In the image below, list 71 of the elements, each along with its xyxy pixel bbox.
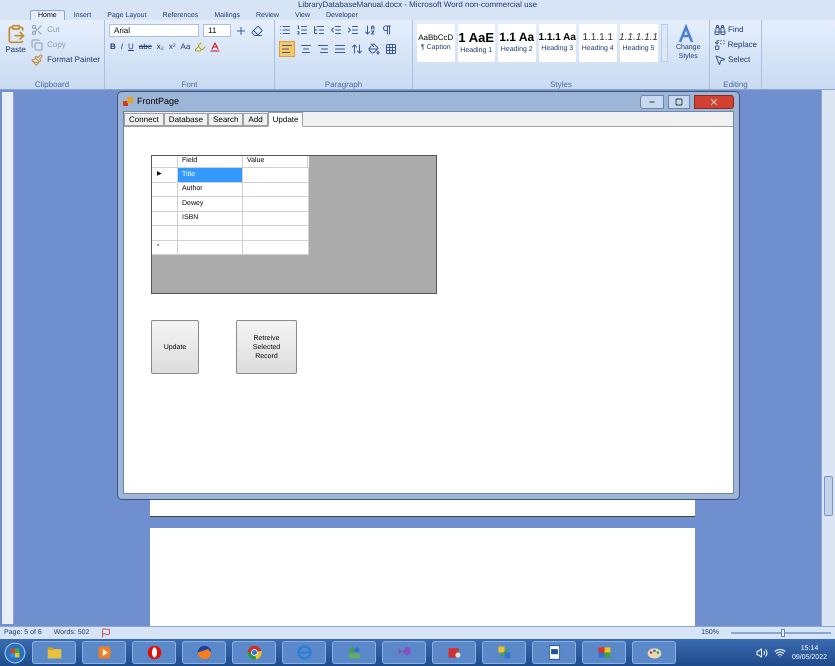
app-icon [123, 96, 133, 106]
format-button[interactable]: I [120, 41, 124, 53]
scrollbar-thumb[interactable] [824, 476, 833, 516]
group-label: Clipboard [34, 80, 70, 89]
format-painter-button[interactable]: Format Painter [31, 54, 100, 66]
justify-icon[interactable] [334, 43, 346, 55]
proofing-icon[interactable] [101, 628, 112, 638]
taskbar-button[interactable] [132, 641, 176, 664]
dialog-title: FrontPage [137, 94, 180, 108]
borders-icon[interactable] [385, 43, 397, 55]
scissors-icon [31, 24, 44, 36]
copy-icon [31, 39, 44, 51]
font-color-icon[interactable] [209, 41, 222, 53]
paintbrush-icon [31, 54, 44, 66]
replace-icon [714, 39, 726, 51]
paste-button[interactable]: Paste [4, 24, 28, 80]
format-button[interactable]: x₂ [156, 41, 165, 53]
font-size-field[interactable]: 11 [203, 24, 231, 37]
align-right-icon[interactable] [317, 43, 329, 55]
chrome-icon [246, 644, 262, 661]
tab[interactable]: Search [208, 113, 244, 126]
tab[interactable]: Database [164, 113, 208, 126]
group-label: Paragraph [324, 80, 364, 89]
binoculars-icon [714, 24, 726, 36]
shading-icon[interactable] [368, 43, 380, 55]
tab[interactable]: Update [268, 112, 304, 127]
format-button[interactable]: Aa [179, 41, 192, 53]
format-button[interactable]: x² [168, 41, 176, 53]
group-label: Editing [722, 80, 749, 89]
font-name-field[interactable]: Arial [109, 24, 199, 37]
pilcrow-icon[interactable] [381, 24, 393, 36]
play-icon [96, 644, 112, 661]
decrease-indent-icon[interactable] [330, 24, 342, 36]
format-button[interactable]: abc [138, 41, 153, 53]
volume-icon[interactable] [756, 646, 768, 658]
window-title: LibraryDatabaseManual.docx - Microsoft Word non-commercial use [298, 1, 538, 9]
numbering-icon[interactable] [296, 24, 308, 36]
zoom-slider-thumb[interactable] [781, 629, 785, 637]
format-button[interactable]: B [109, 41, 117, 53]
taskbar-button[interactable] [532, 641, 576, 664]
replace-button[interactable]: Replace [714, 39, 757, 51]
start-orb-icon[interactable] [4, 642, 26, 664]
sort-icon[interactable] [364, 24, 376, 36]
gallery-scrollbar [660, 24, 668, 62]
tab[interactable]: Connect [124, 113, 164, 126]
close-icon [709, 96, 719, 106]
close-button[interactable] [694, 94, 734, 108]
increase-indent-icon[interactable] [347, 24, 359, 36]
grow-font-icon[interactable] [235, 24, 247, 36]
clipboard-icon [6, 24, 26, 44]
multilevel-list-icon[interactable] [313, 24, 325, 36]
pointer-icon [714, 54, 726, 66]
maximize-button[interactable] [668, 94, 690, 108]
format-button[interactable]: U [127, 41, 135, 53]
select-button[interactable]: Select [714, 54, 757, 66]
tiles-icon [496, 644, 512, 661]
taskbar-button[interactable] [182, 641, 226, 664]
align-left-icon [281, 43, 293, 55]
find-button[interactable]: Find [714, 24, 757, 36]
browser-e-icon [296, 644, 312, 661]
tab[interactable]: Add [243, 113, 268, 126]
align-left-button[interactable] [279, 41, 295, 57]
clear-format-icon[interactable] [251, 24, 263, 36]
group-label: Font [180, 80, 198, 89]
align-center-icon[interactable] [300, 43, 312, 55]
maximize-icon [675, 98, 683, 106]
network-icon[interactable] [774, 646, 786, 658]
line-spacing-icon[interactable] [351, 43, 363, 55]
fox-globe-icon [196, 644, 212, 661]
group-label: Styles [549, 80, 573, 89]
ring-icon [146, 644, 162, 661]
